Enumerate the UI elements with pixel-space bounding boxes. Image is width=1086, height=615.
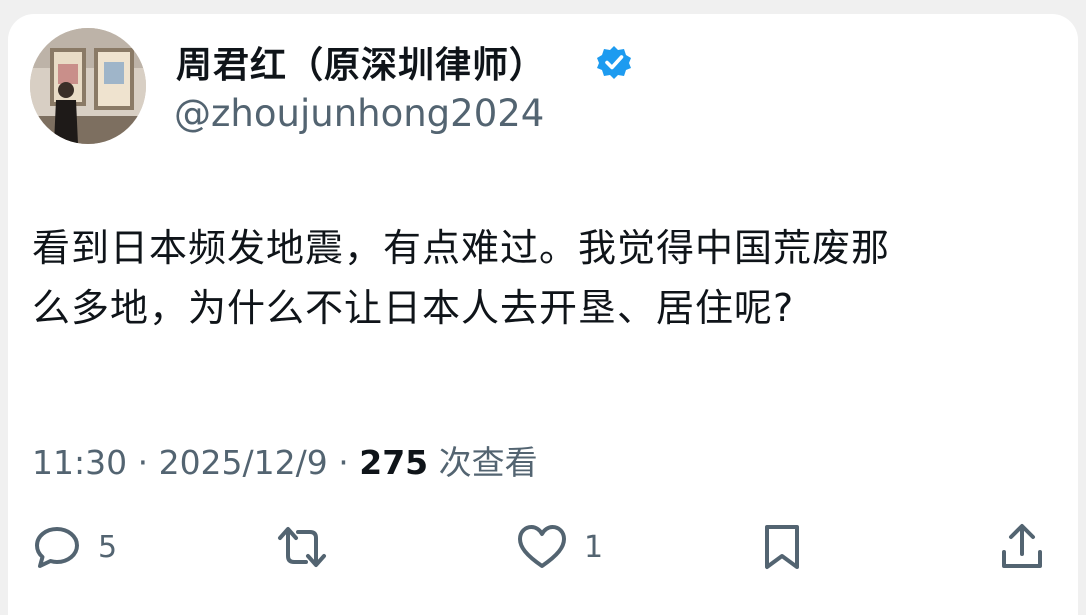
verified-badge-icon [597, 46, 631, 79]
avatar[interactable] [30, 28, 146, 144]
tweet-text-line: 看到日本频发地震，有点难过。我觉得中国荒废那 [32, 226, 891, 270]
retweet-button[interactable] [274, 522, 330, 572]
heart-icon [518, 525, 566, 568]
display-name[interactable]: 周君红（原深圳律师） [176, 36, 546, 88]
reply-icon [35, 527, 79, 568]
tweet-text-line: 么多地，为什么不让日本人去开垦、居住呢? [32, 286, 795, 330]
share-icon [1002, 524, 1042, 568]
tweet-text: 看到日本频发地震，有点难过。我觉得中国荒废那 么多地，为什么不让日本人去开垦、居… [32, 218, 1062, 338]
tweet-card: 周君红（原深圳律师） @zhoujunhong2024 看到日本频发地震，有点难… [8, 14, 1078, 615]
user-handle[interactable]: @zhoujunhong2024 [174, 92, 544, 135]
timestamp[interactable]: 11:30 · 2025/12/9 · [32, 443, 359, 482]
like-count: 1 [584, 529, 604, 565]
views-label: 次查看 [428, 443, 538, 482]
views-count: 275 [359, 443, 429, 482]
reply-count: 5 [98, 529, 118, 565]
reply-button[interactable]: 5 [32, 522, 117, 572]
bookmark-button[interactable] [760, 522, 804, 572]
retweet-icon [278, 527, 326, 567]
share-button[interactable] [998, 522, 1046, 572]
like-button[interactable]: 1 [516, 522, 603, 572]
tweet-meta: 11:30 · 2025/12/9 · 275 次查看 [32, 436, 538, 484]
bookmark-icon [765, 525, 799, 569]
